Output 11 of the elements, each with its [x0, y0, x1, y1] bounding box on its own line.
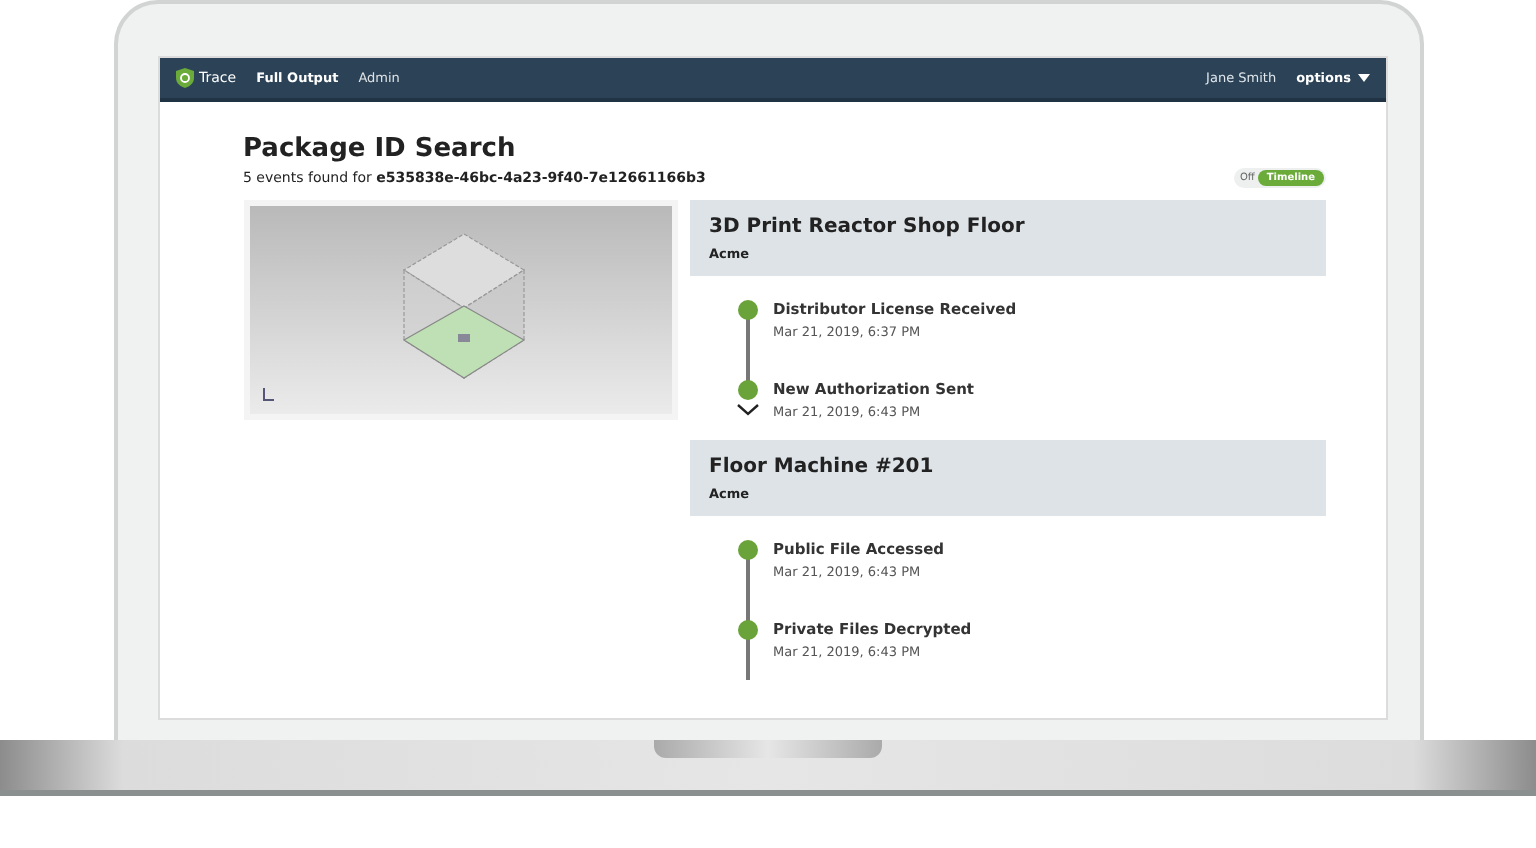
timeline-dot — [737, 620, 757, 640]
timeline-dot — [737, 380, 757, 400]
timeline-dot — [737, 540, 757, 560]
shield-icon — [175, 68, 193, 88]
caret-icon — [1357, 74, 1369, 82]
page-title: Package ID Search — [243, 134, 518, 164]
chevron-down-icon[interactable] — [735, 404, 759, 416]
axis-icon — [261, 388, 273, 402]
timeline-dot — [737, 300, 757, 320]
location-title: Floor Machine #201 — [709, 456, 936, 478]
location-title: 3D Print Reactor Shop Floor — [709, 216, 1027, 238]
